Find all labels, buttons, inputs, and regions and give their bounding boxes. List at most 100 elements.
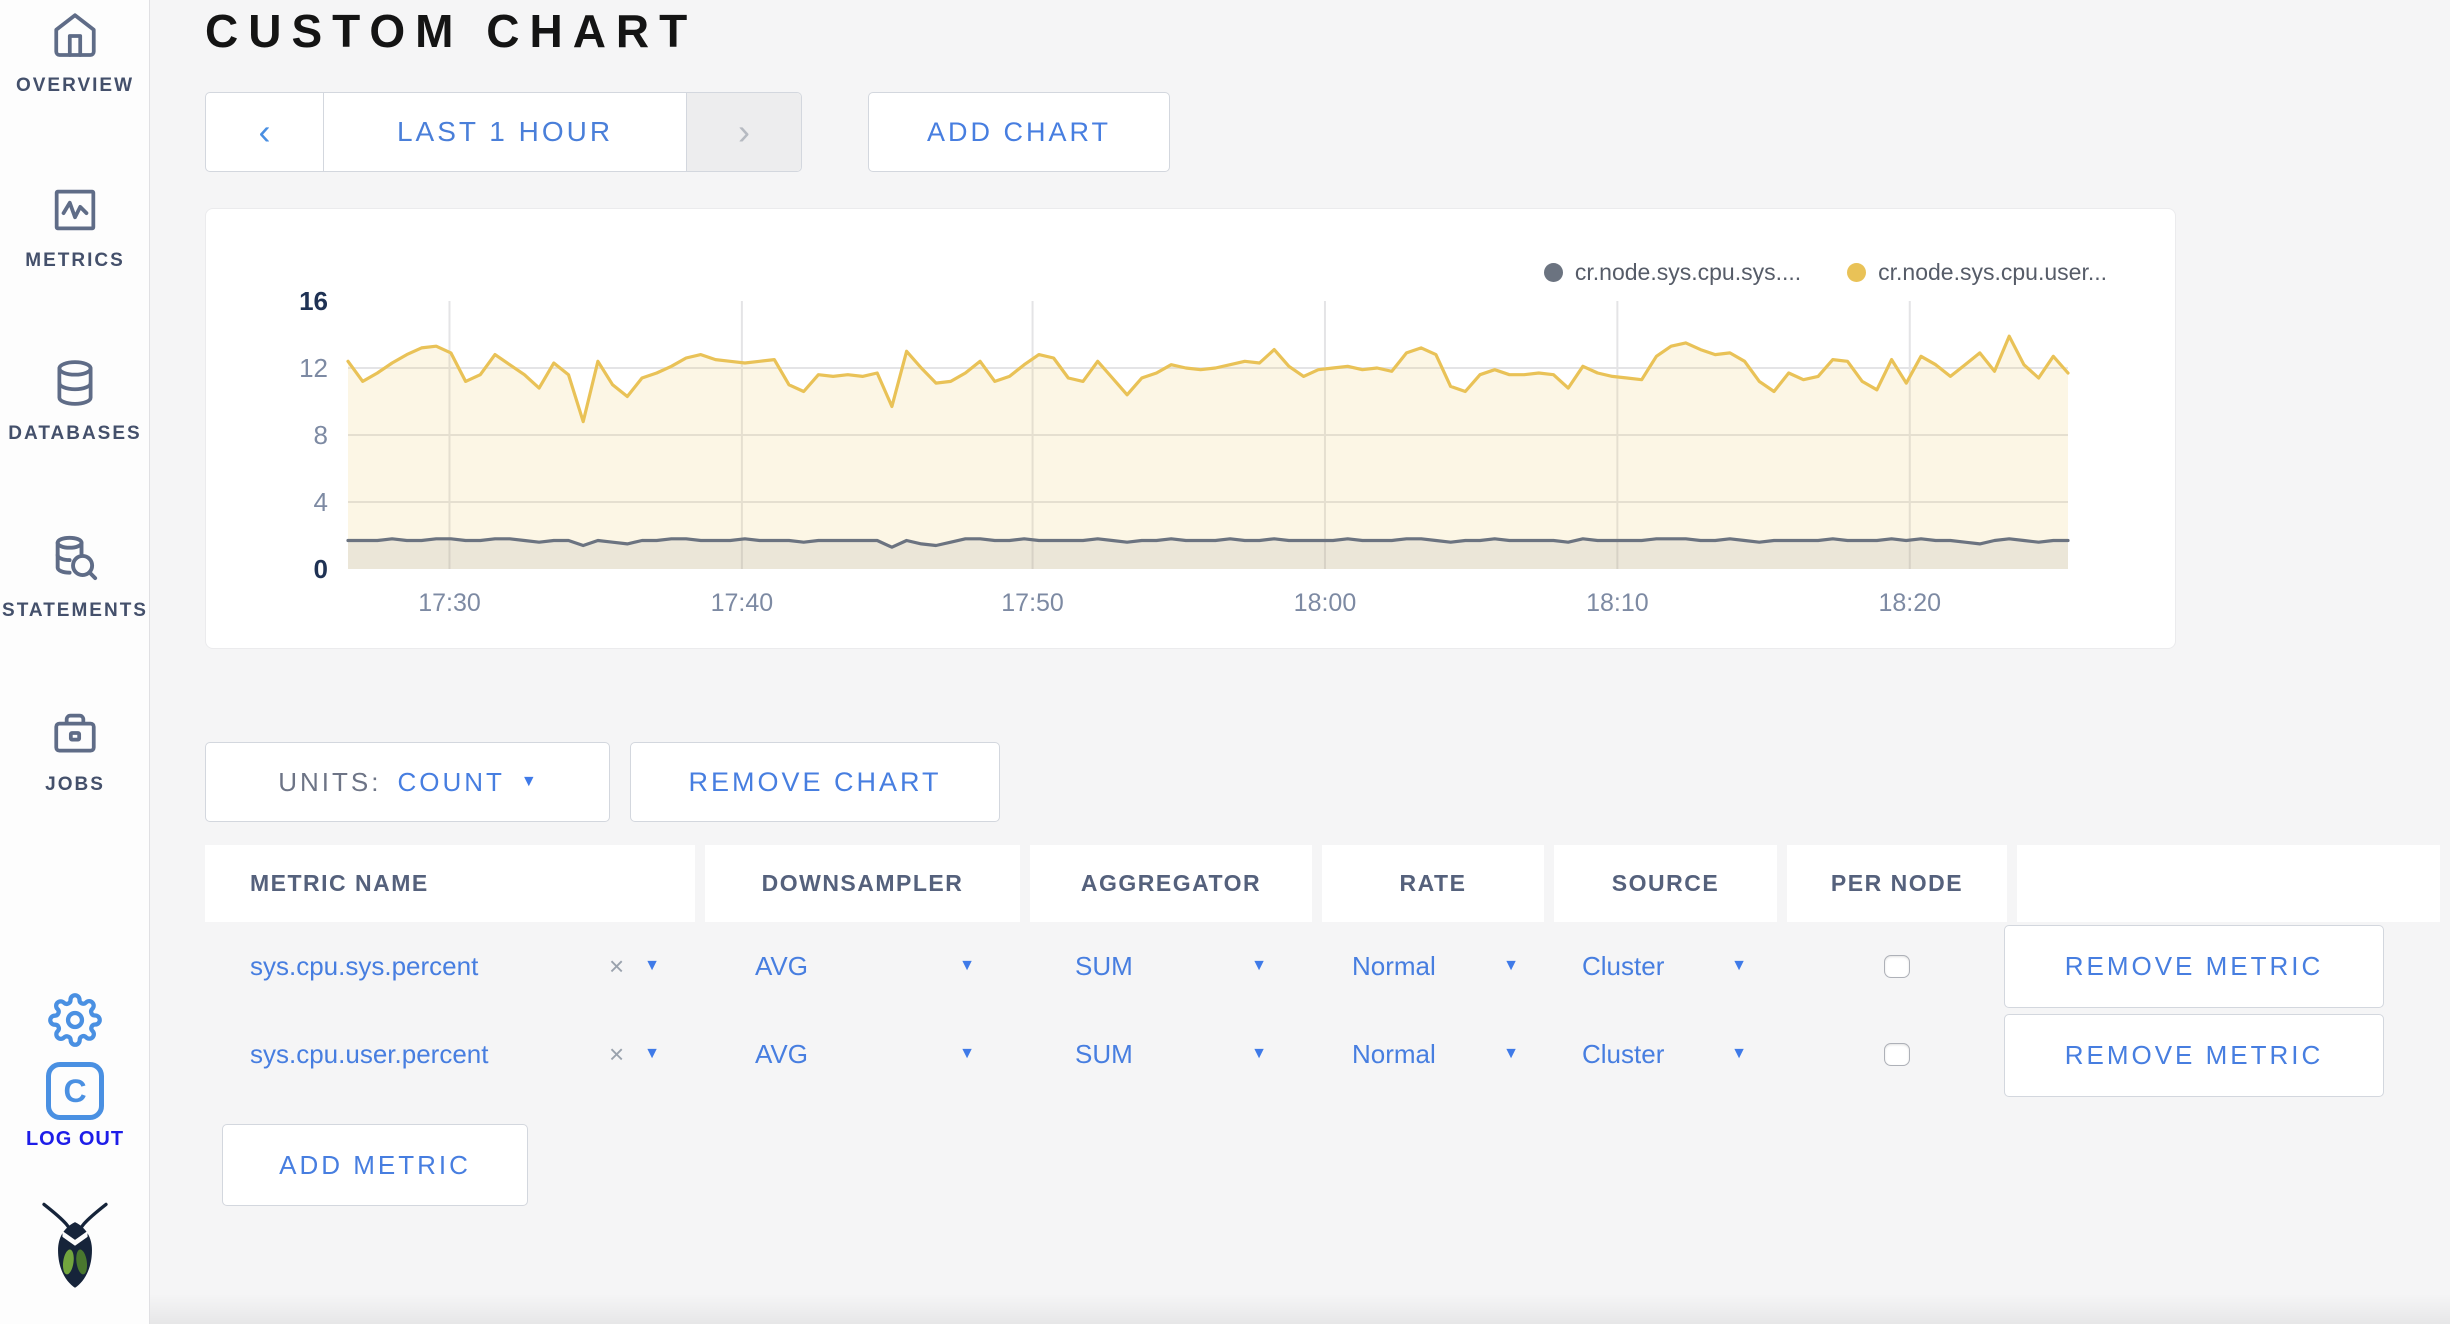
- chevron-down-icon[interactable]: ▼: [1503, 957, 1519, 975]
- per-node-cell: [1787, 1010, 2007, 1098]
- logout-label: LOG OUT: [25, 1128, 125, 1150]
- time-range-next-button[interactable]: ›: [686, 93, 801, 171]
- svg-text:17:40: 17:40: [711, 589, 774, 617]
- chevron-down-icon[interactable]: ▼: [1731, 1045, 1747, 1063]
- clear-icon[interactable]: ×: [609, 951, 624, 982]
- units-value[interactable]: COUNT: [397, 767, 504, 798]
- add-chart-button[interactable]: ADD CHART: [868, 92, 1170, 172]
- aggregator-dropdown[interactable]: SUM ▼: [1030, 922, 1312, 1010]
- chevron-down-icon[interactable]: ▼: [959, 1045, 975, 1063]
- rate-value[interactable]: Normal: [1352, 951, 1436, 982]
- header-rate: RATE: [1322, 845, 1544, 922]
- metric-name-value[interactable]: sys.cpu.user.percent: [250, 1039, 488, 1070]
- downsampler-dropdown[interactable]: AVG ▼: [705, 922, 1020, 1010]
- settings-button[interactable]: [0, 993, 150, 1052]
- chevron-down-icon[interactable]: ▼: [1503, 1045, 1519, 1063]
- aggregator-value[interactable]: SUM: [1075, 1039, 1133, 1070]
- per-node-cell: [1787, 922, 2007, 1010]
- remove-metric-button[interactable]: REMOVE METRIC: [2004, 925, 2384, 1008]
- source-value[interactable]: Cluster: [1582, 951, 1664, 982]
- time-range-dropdown[interactable]: LAST 1 HOUR: [324, 93, 686, 171]
- rate-value[interactable]: Normal: [1352, 1039, 1436, 1070]
- sidebar-item-overview[interactable]: OVERVIEW: [0, 10, 150, 97]
- sidebar-item-label: OVERVIEW: [15, 75, 135, 96]
- header-source: SOURCE: [1554, 845, 1777, 922]
- svg-text:12: 12: [299, 353, 328, 383]
- page-title: CUSTOM CHART: [205, 5, 698, 57]
- aggregator-value[interactable]: SUM: [1075, 951, 1133, 982]
- per-node-checkbox[interactable]: [1884, 954, 1910, 978]
- svg-text:8: 8: [314, 420, 328, 450]
- cockroach-monogram-icon: C: [46, 1062, 104, 1120]
- metric-name-value[interactable]: sys.cpu.sys.percent: [250, 951, 478, 982]
- gear-icon: [48, 993, 102, 1051]
- rate-dropdown[interactable]: Normal ▼: [1322, 922, 1544, 1010]
- svg-text:0: 0: [314, 554, 328, 584]
- chevron-right-icon: ›: [738, 111, 750, 152]
- sidebar-item-databases[interactable]: DATABASES: [0, 358, 150, 445]
- per-node-checkbox[interactable]: [1884, 1042, 1910, 1066]
- legend-item-sys: cr.node.sys.cpu.sys....: [1543, 259, 1801, 286]
- cockroach-bug-icon: [38, 1202, 112, 1294]
- time-range-prev-button[interactable]: ‹: [206, 93, 324, 171]
- sidebar-item-metrics[interactable]: METRICS: [0, 185, 150, 272]
- sidebar-item-label: METRICS: [25, 250, 125, 271]
- downsampler-value[interactable]: AVG: [755, 951, 808, 982]
- database-icon: [50, 360, 100, 412]
- legend-dot-icon: [1847, 263, 1867, 282]
- aggregator-dropdown[interactable]: SUM ▼: [1030, 1010, 1312, 1098]
- downsampler-value[interactable]: AVG: [755, 1039, 808, 1070]
- chevron-down-icon[interactable]: ▼: [521, 773, 537, 791]
- bottom-shadow: [150, 1294, 2450, 1324]
- svg-text:18:00: 18:00: [1294, 589, 1357, 617]
- sidebar-item-label: STATEMENTS: [2, 600, 148, 621]
- legend-label: cr.node.sys.cpu.user...: [1878, 259, 2107, 285]
- sidebar-item-jobs[interactable]: JOBS: [0, 709, 150, 796]
- briefcase-icon: [50, 713, 100, 763]
- header-actions: [2017, 845, 2440, 922]
- remove-metric-button[interactable]: REMOVE METRIC: [2004, 1014, 2384, 1097]
- header-downsampler: DOWNSAMPLER: [705, 845, 1020, 922]
- metric-name-dropdown[interactable]: sys.cpu.user.percent × ▼: [205, 1010, 695, 1098]
- clear-icon[interactable]: ×: [609, 1039, 624, 1070]
- cockroach-logo: [0, 1200, 150, 1295]
- home-icon: [50, 13, 100, 64]
- sidebar: OVERVIEW METRICS DATABASES STATEMENTS JO…: [0, 0, 150, 1324]
- downsampler-dropdown[interactable]: AVG ▼: [705, 1010, 1020, 1098]
- header-per-node: PER NODE: [1787, 845, 2007, 922]
- remove-chart-button[interactable]: REMOVE CHART: [630, 742, 1000, 822]
- legend-item-user: cr.node.sys.cpu.user...: [1847, 259, 2107, 286]
- rate-dropdown[interactable]: Normal ▼: [1322, 1010, 1544, 1098]
- svg-text:18:20: 18:20: [1878, 589, 1941, 617]
- source-value[interactable]: Cluster: [1582, 1039, 1664, 1070]
- svg-text:17:50: 17:50: [1001, 589, 1064, 617]
- chevron-down-icon[interactable]: ▼: [1251, 1045, 1267, 1063]
- metric-name-dropdown[interactable]: sys.cpu.sys.percent × ▼: [205, 922, 695, 1010]
- chevron-down-icon[interactable]: ▼: [1251, 957, 1267, 975]
- source-dropdown[interactable]: Cluster ▼: [1554, 1010, 1777, 1098]
- add-metric-button[interactable]: ADD METRIC: [222, 1124, 528, 1206]
- units-dropdown[interactable]: UNITS: COUNT ▼: [205, 742, 610, 822]
- timeseries-chart: 17:30 17:40 17:50 18:00 18:10 18:20 0 4 8 12 16: [299, 289, 2070, 617]
- chevron-left-icon: ‹: [258, 111, 271, 152]
- chevron-down-icon[interactable]: ▼: [644, 1045, 660, 1063]
- svg-text:16: 16: [299, 289, 328, 316]
- logout-button[interactable]: C LOG OUT: [0, 1062, 150, 1151]
- legend-dot-icon: [1543, 263, 1563, 282]
- header-metric-name: METRIC NAME: [205, 845, 695, 922]
- chevron-down-icon[interactable]: ▼: [1731, 957, 1747, 975]
- units-label: UNITS:: [278, 766, 382, 797]
- svg-text:17:30: 17:30: [418, 589, 481, 617]
- custom-chart-card: cr.node.sys.cpu.sys.... cr.node.sys.cpu.…: [205, 208, 2176, 649]
- time-range-selector: ‹ LAST 1 HOUR ›: [205, 92, 802, 172]
- sidebar-item-label: DATABASES: [8, 423, 142, 444]
- source-dropdown[interactable]: Cluster ▼: [1554, 922, 1777, 1010]
- sidebar-item-statements[interactable]: STATEMENTS: [0, 533, 150, 622]
- svg-text:18:10: 18:10: [1586, 589, 1649, 617]
- statements-icon: [49, 535, 101, 589]
- metrics-icon: [50, 189, 100, 239]
- chart-legend: cr.node.sys.cpu.sys.... cr.node.sys.cpu.…: [1543, 259, 2107, 286]
- svg-text:4: 4: [314, 487, 328, 517]
- chevron-down-icon[interactable]: ▼: [644, 957, 660, 975]
- chevron-down-icon[interactable]: ▼: [959, 957, 975, 975]
